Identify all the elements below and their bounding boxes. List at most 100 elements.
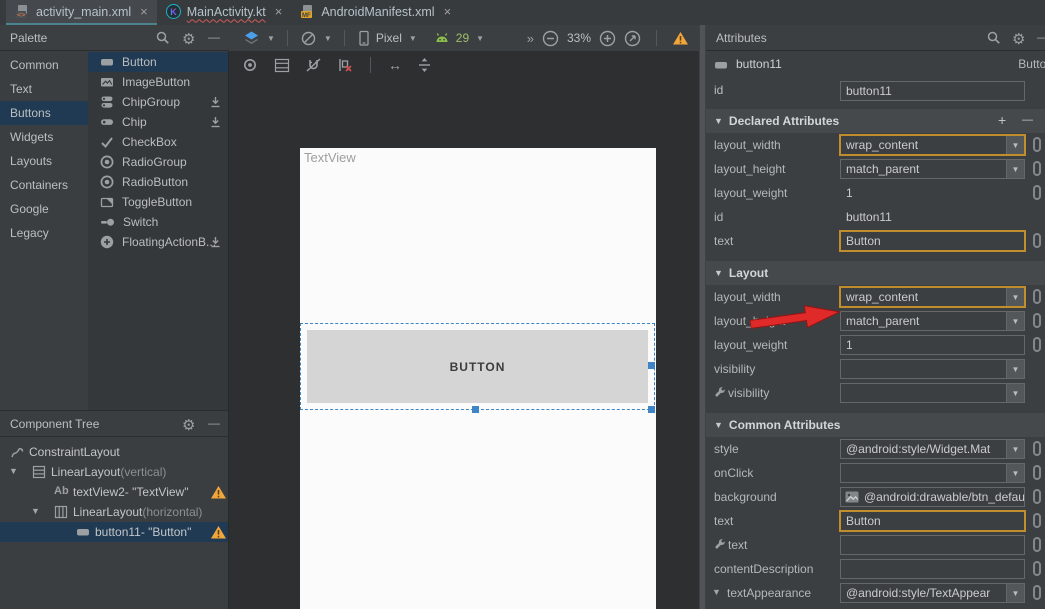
remove-attribute-icon[interactable]: — xyxy=(1022,114,1033,126)
resize-handle-corner[interactable] xyxy=(648,406,655,413)
gear-icon[interactable]: ⚙ xyxy=(182,30,198,46)
resource-picker-icon[interactable] xyxy=(1033,585,1041,600)
attribute-dropdown[interactable]: ▼ xyxy=(840,359,1025,379)
add-attribute-icon[interactable]: + xyxy=(998,112,1006,128)
palette-category-text[interactable]: Text xyxy=(0,77,88,101)
resource-picker-icon[interactable] xyxy=(1033,185,1041,200)
attribute-dropdown[interactable]: wrap_content▼ xyxy=(839,286,1026,308)
device-phone-icon[interactable] xyxy=(357,30,371,47)
download-icon[interactable] xyxy=(209,115,222,129)
chevron-down-icon[interactable]: ▼ xyxy=(1006,440,1024,458)
device-selector[interactable]: Pixel xyxy=(376,31,402,45)
tree-node-textview2[interactable]: AbtextView2- "TextView" xyxy=(0,482,228,502)
tree-node-linearlayout[interactable]: ▼LinearLayout(vertical) xyxy=(0,462,228,482)
attribute-value[interactable]: button11 xyxy=(846,210,892,224)
android-api-icon[interactable] xyxy=(433,31,451,45)
palette-category-containers[interactable]: Containers xyxy=(0,173,88,197)
resource-picker-icon[interactable] xyxy=(1033,489,1041,504)
editor-tab-androidmanifest-xml[interactable]: MFAndroidManifest.xml× xyxy=(291,0,460,25)
close-icon[interactable]: × xyxy=(140,4,148,19)
palette-category-widgets[interactable]: Widgets xyxy=(0,125,88,149)
attribute-dropdown[interactable]: ▼ xyxy=(840,463,1025,483)
palette-item-fab[interactable]: FloatingActionB... xyxy=(88,232,228,252)
palette-item-radio-button[interactable]: RadioButton xyxy=(88,172,228,192)
resource-picker-icon[interactable] xyxy=(1033,313,1041,328)
tree-node-linearlayout[interactable]: ▼LinearLayout(horizontal) xyxy=(0,502,228,522)
scrollbar-thumb[interactable] xyxy=(700,25,705,609)
attribute-dropdown[interactable]: match_parent▼ xyxy=(840,311,1025,331)
orientation-icon[interactable] xyxy=(300,30,317,47)
chevron-down-icon[interactable]: ▼ xyxy=(1006,136,1024,154)
close-icon[interactable]: × xyxy=(275,4,283,19)
download-icon[interactable] xyxy=(209,235,222,249)
zoom-out-icon[interactable] xyxy=(542,30,559,47)
attribute-input[interactable] xyxy=(840,535,1025,555)
layers-icon[interactable] xyxy=(243,30,260,46)
palette-category-layouts[interactable]: Layouts xyxy=(0,149,88,173)
canvas-button-widget[interactable]: BUTTON xyxy=(307,330,648,403)
palette-item-button[interactable]: Button xyxy=(88,52,228,72)
attr-section-header[interactable]: ▼Common Attributes xyxy=(706,413,1045,437)
expander-icon[interactable]: ▼ xyxy=(714,268,723,278)
attribute-dropdown[interactable]: @android:style/TextAppear▼ xyxy=(840,583,1025,603)
api-level-selector[interactable]: 29 xyxy=(456,31,469,45)
scrollbar[interactable] xyxy=(699,25,706,609)
attribute-dropdown[interactable]: match_parent▼ xyxy=(840,159,1025,179)
palette-item-chip[interactable]: Chip xyxy=(88,112,228,132)
palette-item-toggle-button[interactable]: ToggleButton xyxy=(88,192,228,212)
resource-picker-icon[interactable] xyxy=(1033,561,1041,576)
chevron-down-icon[interactable]: ▼ xyxy=(1006,384,1024,402)
chevron-down-icon[interactable]: ▼ xyxy=(1006,584,1024,602)
chevron-down-icon[interactable]: ▼ xyxy=(1006,360,1024,378)
zoom-in-icon[interactable] xyxy=(599,30,616,47)
editor-tab-mainactivity-kt[interactable]: KMainActivity.kt× xyxy=(157,0,292,25)
resource-picker-icon[interactable] xyxy=(1033,137,1041,152)
editor-tab-activity-main-xml[interactable]: <>activity_main.xml× xyxy=(6,0,157,25)
canvas-textview[interactable]: TextView xyxy=(304,150,356,165)
resize-handle-bottom[interactable] xyxy=(472,406,479,413)
attribute-input[interactable]: 1 xyxy=(840,335,1025,355)
resource-picker-icon[interactable] xyxy=(1033,233,1041,248)
palette-item-image-button[interactable]: ImageButton xyxy=(88,72,228,92)
gear-icon[interactable]: ⚙ xyxy=(1012,30,1028,46)
palette-category-google[interactable]: Google xyxy=(0,197,88,221)
expander-icon[interactable]: ▼ xyxy=(714,116,723,126)
id-input[interactable]: button11 xyxy=(840,81,1025,101)
minimize-icon[interactable]: — xyxy=(208,30,224,46)
chevron-down-icon[interactable]: ▼ xyxy=(1006,312,1024,330)
attribute-dropdown[interactable]: wrap_content▼ xyxy=(839,134,1026,156)
search-icon[interactable] xyxy=(986,30,1002,46)
palette-item-chip-group[interactable]: ChipGroup xyxy=(88,92,228,112)
resource-picker-icon[interactable] xyxy=(1033,513,1041,528)
system-ui-icon[interactable] xyxy=(274,58,290,73)
palette-category-legacy[interactable]: Legacy xyxy=(0,221,88,245)
palette-category-common[interactable]: Common xyxy=(0,53,88,77)
chevron-down-icon[interactable]: ▼ xyxy=(1006,464,1024,482)
clear-constraints-icon[interactable] xyxy=(337,57,353,73)
attribute-value[interactable]: 1 xyxy=(846,186,853,200)
tree-node-button11[interactable]: button11- "Button" xyxy=(0,522,228,542)
attribute-dropdown[interactable]: ▼ xyxy=(840,383,1025,403)
palette-item-checkbox[interactable]: CheckBox xyxy=(88,132,228,152)
resource-picker-icon[interactable] xyxy=(1033,537,1041,552)
attr-section-header[interactable]: ▼Declared Attributes+— xyxy=(706,109,1045,133)
resource-picker-icon[interactable] xyxy=(1033,337,1041,352)
minimize-icon[interactable]: — xyxy=(1037,30,1045,46)
expander-icon[interactable]: ▼ xyxy=(31,506,40,516)
palette-item-switch[interactable]: Switch xyxy=(88,212,228,232)
attribute-input[interactable] xyxy=(840,559,1025,579)
resource-picker-icon[interactable] xyxy=(1033,289,1041,304)
download-icon[interactable] xyxy=(209,95,222,109)
minimize-icon[interactable]: — xyxy=(208,416,224,432)
resource-picker-icon[interactable] xyxy=(1033,465,1041,480)
resource-picker-icon[interactable] xyxy=(1033,441,1041,456)
distribute-vertical-icon[interactable] xyxy=(417,57,432,73)
close-icon[interactable]: × xyxy=(444,4,452,19)
chevron-down-icon[interactable]: ▼ xyxy=(1006,160,1024,178)
expander-icon[interactable]: ▼ xyxy=(714,420,723,430)
palette-item-radio-group[interactable]: RadioGroup xyxy=(88,152,228,172)
attr-section-header[interactable]: ▼Layout xyxy=(706,261,1045,285)
expander-icon[interactable]: ▼ xyxy=(712,587,721,597)
zoom-to-fit-icon[interactable] xyxy=(624,30,641,47)
attribute-input[interactable]: @android:drawable/btn_defau xyxy=(840,487,1025,507)
